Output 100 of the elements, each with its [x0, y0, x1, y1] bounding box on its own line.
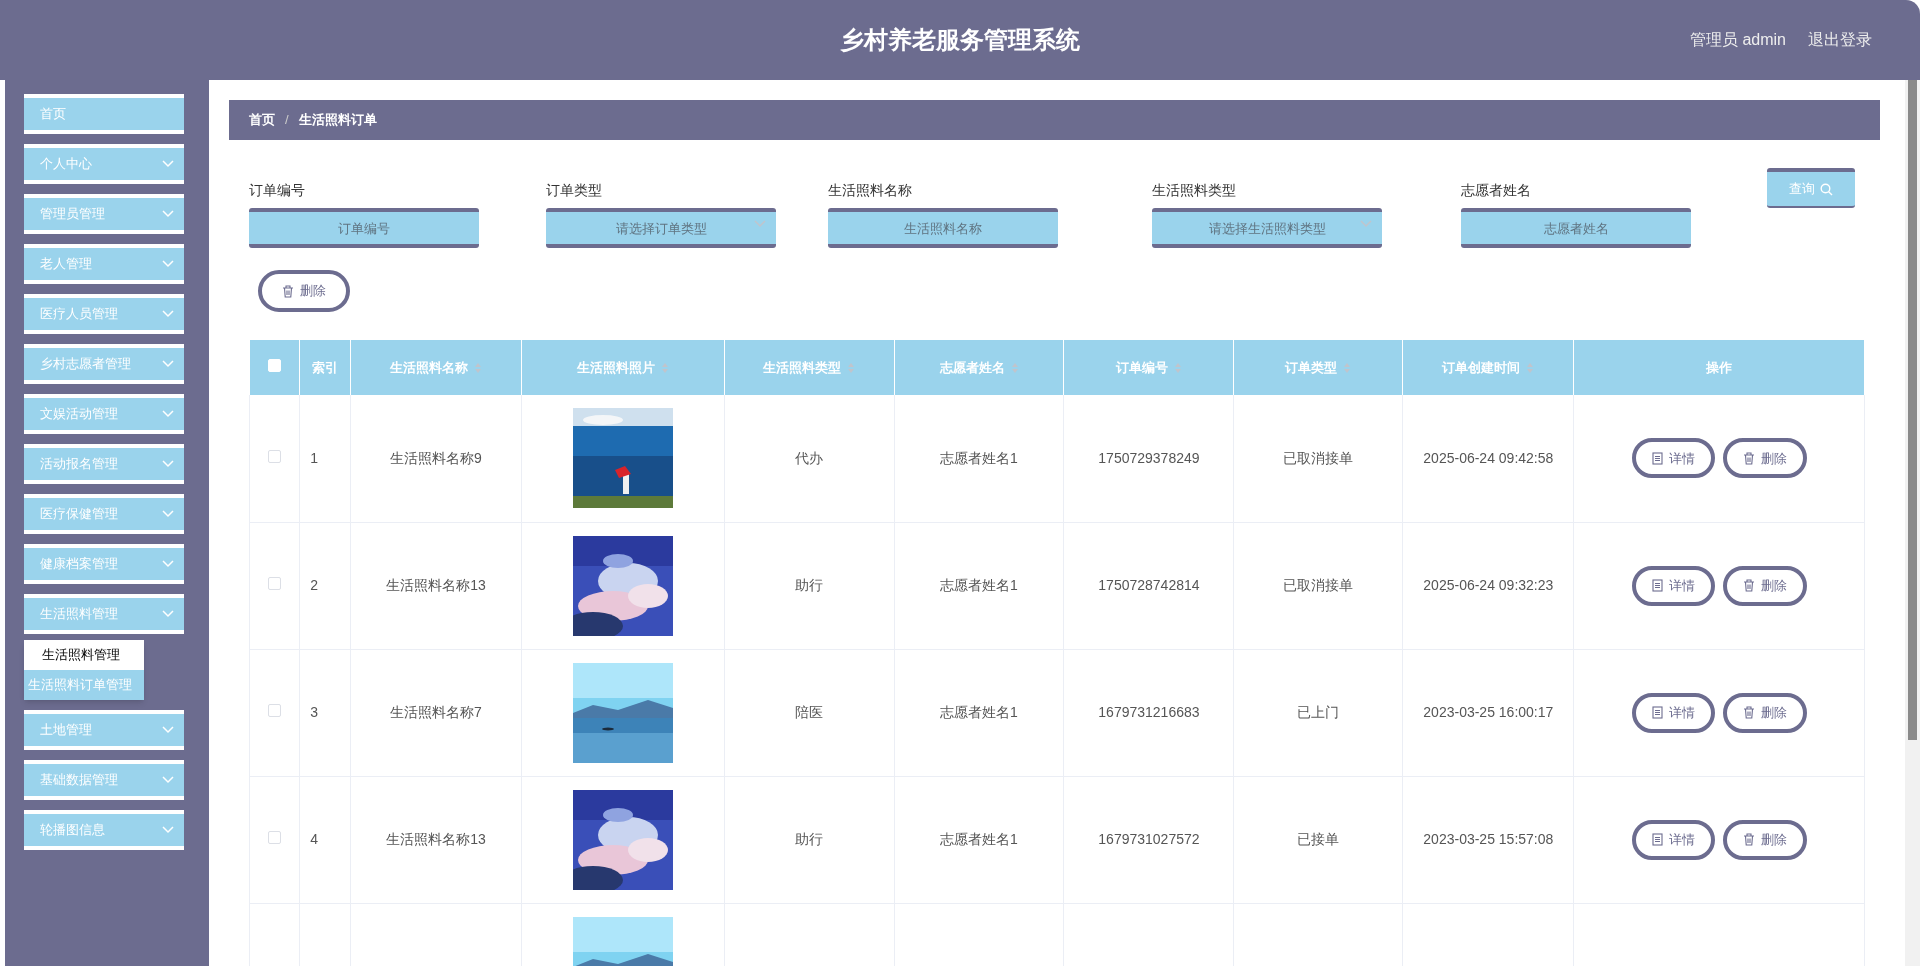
breadcrumb-separator: /: [285, 111, 289, 130]
select-field[interactable]: 请选择生活照料类型: [1152, 208, 1382, 248]
filter-label: 订单类型: [546, 181, 603, 196]
trash-icon: [1742, 833, 1755, 846]
checkbox[interactable]: [268, 577, 282, 590]
table-cell: 2025-06-24 09:42:58: [1423, 449, 1554, 466]
sidebar-item[interactable]: 老人管理: [24, 244, 184, 284]
filter-label: 生活照料名称: [828, 181, 913, 196]
checkbox[interactable]: [268, 831, 282, 844]
table-cell: 已取消接单: [1283, 449, 1354, 466]
table-cell: 4: [310, 831, 319, 847]
sidebar-item[interactable]: 健康档案管理: [24, 544, 184, 584]
filter-label: 志愿者姓名: [1461, 181, 1532, 196]
table-cell: 志愿者姓名1: [940, 577, 1018, 593]
input-field[interactable]: 订单编号: [249, 208, 479, 248]
chevron-icon: [162, 360, 174, 368]
sort-icon[interactable]: [474, 361, 482, 374]
table-cell: 已上门: [1297, 704, 1340, 720]
sort-icon[interactable]: [1010, 361, 1019, 374]
sidebar-item[interactable]: 生活照料管理: [24, 594, 184, 634]
chevron-icon: [162, 260, 174, 268]
chevron-icon: [162, 610, 174, 618]
caret-icon: [1360, 220, 1372, 228]
input-field[interactable]: 志愿者姓名: [1461, 208, 1691, 248]
sort-icon[interactable]: [661, 361, 670, 374]
column-header[interactable]: 生活照料名称: [350, 340, 522, 395]
breadcrumb-item[interactable]: 生活照料订单: [298, 110, 377, 130]
sidebar-item[interactable]: 基础数据管理: [24, 760, 184, 800]
column-header: 索引: [299, 340, 351, 395]
column-header[interactable]: 生活照料照片: [522, 340, 725, 395]
document-icon: [1651, 833, 1663, 846]
table-cell: 志愿者姓名1: [940, 449, 1018, 466]
document-icon: [1651, 579, 1663, 592]
select-field[interactable]: 请选择订单类型: [546, 208, 776, 248]
sidebar-item[interactable]: 首页: [24, 94, 184, 134]
chevron-icon: [162, 726, 174, 734]
delete-button[interactable]: 删除: [1722, 692, 1807, 733]
submenu-item[interactable]: 生活照料订单管理: [24, 670, 144, 700]
chevron-icon: [162, 210, 174, 218]
sidebar-item[interactable]: 管理员管理: [24, 194, 184, 234]
sidebar-item[interactable]: 轮播图信息: [24, 810, 184, 850]
table-cell: 生活照料名称9: [390, 449, 482, 466]
delete-button[interactable]: 删除: [1722, 565, 1807, 606]
column-header[interactable]: 订单创建时间: [1402, 340, 1574, 395]
column-header[interactable]: 生活照料类型: [724, 340, 895, 395]
table-cell: 2023-03-25 16:00:17: [1423, 704, 1554, 720]
details-button[interactable]: 详情: [1631, 565, 1715, 606]
details-button[interactable]: 详情: [1631, 438, 1715, 479]
sort-icon[interactable]: [1526, 361, 1535, 374]
table-cell: 已取消接单: [1283, 577, 1354, 593]
chevron-icon: [162, 560, 174, 568]
table-cell: 生活照料名称13: [386, 831, 486, 847]
table-cell: 2: [310, 577, 319, 593]
sidebar-item[interactable]: 活动报名管理: [24, 444, 184, 484]
chevron-icon: [162, 776, 174, 784]
caret-icon: [754, 220, 766, 228]
column-header[interactable]: 订单类型: [1233, 340, 1403, 395]
scrollbar[interactable]: [1905, 80, 1920, 966]
chevron-icon: [162, 510, 174, 518]
table-cell: 1679731216683: [1098, 704, 1200, 720]
delete-button[interactable]: 删除: [1722, 819, 1807, 860]
sidebar-item[interactable]: 医疗人员管理: [24, 294, 184, 334]
logout-link[interactable]: 退出登录: [1808, 28, 1872, 52]
trash-icon: [1742, 451, 1755, 465]
table-cell: 陪医: [795, 704, 824, 720]
checkbox[interactable]: [268, 449, 282, 463]
column-header[interactable]: 志愿者姓名: [894, 340, 1064, 395]
table-cell: 助行: [795, 831, 824, 847]
sidebar-item[interactable]: 个人中心: [24, 144, 184, 184]
input-field[interactable]: 生活照料名称: [828, 208, 1058, 248]
table-cell: 生活照料名称7: [390, 704, 482, 720]
sort-icon[interactable]: [847, 361, 856, 374]
table-cell: 志愿者姓名1: [940, 704, 1018, 720]
filter-label: 订单编号: [249, 181, 306, 196]
sidebar-item[interactable]: 土地管理: [24, 710, 184, 750]
app-title: 乡村养老服务管理系统: [840, 25, 1080, 55]
table-cell: 已接单: [1297, 831, 1340, 847]
breadcrumb-item[interactable]: 首页: [249, 110, 275, 130]
checkbox[interactable]: [268, 704, 282, 717]
submenu-item[interactable]: 生活照料管理: [24, 640, 144, 670]
sort-icon[interactable]: [1343, 361, 1352, 374]
chevron-icon: [162, 410, 174, 418]
sort-icon[interactable]: [1173, 361, 1182, 374]
table-cell: 代办: [795, 449, 824, 466]
table-cell: 1679731027572: [1098, 831, 1200, 847]
sidebar-item[interactable]: 乡村志愿者管理: [24, 344, 184, 384]
delete-button[interactable]: 删除: [258, 270, 350, 312]
sidebar-item[interactable]: 文娱活动管理: [24, 394, 184, 434]
search-button[interactable]: 查询: [1767, 168, 1855, 208]
column-header[interactable]: 订单编号: [1064, 340, 1234, 395]
table-cell: 2023-03-25 15:57:08: [1423, 831, 1554, 847]
user-label: 管理员 admin: [1689, 30, 1786, 50]
table-cell: 志愿者姓名1: [940, 831, 1018, 847]
table-cell: 1750728742814: [1098, 577, 1200, 593]
trash-icon: [1742, 579, 1755, 592]
table-cell: 助行: [795, 577, 824, 593]
details-button[interactable]: 详情: [1631, 819, 1715, 860]
sidebar-item[interactable]: 医疗保健管理: [24, 494, 184, 534]
delete-button[interactable]: 删除: [1722, 438, 1807, 479]
details-button[interactable]: 详情: [1631, 692, 1715, 733]
